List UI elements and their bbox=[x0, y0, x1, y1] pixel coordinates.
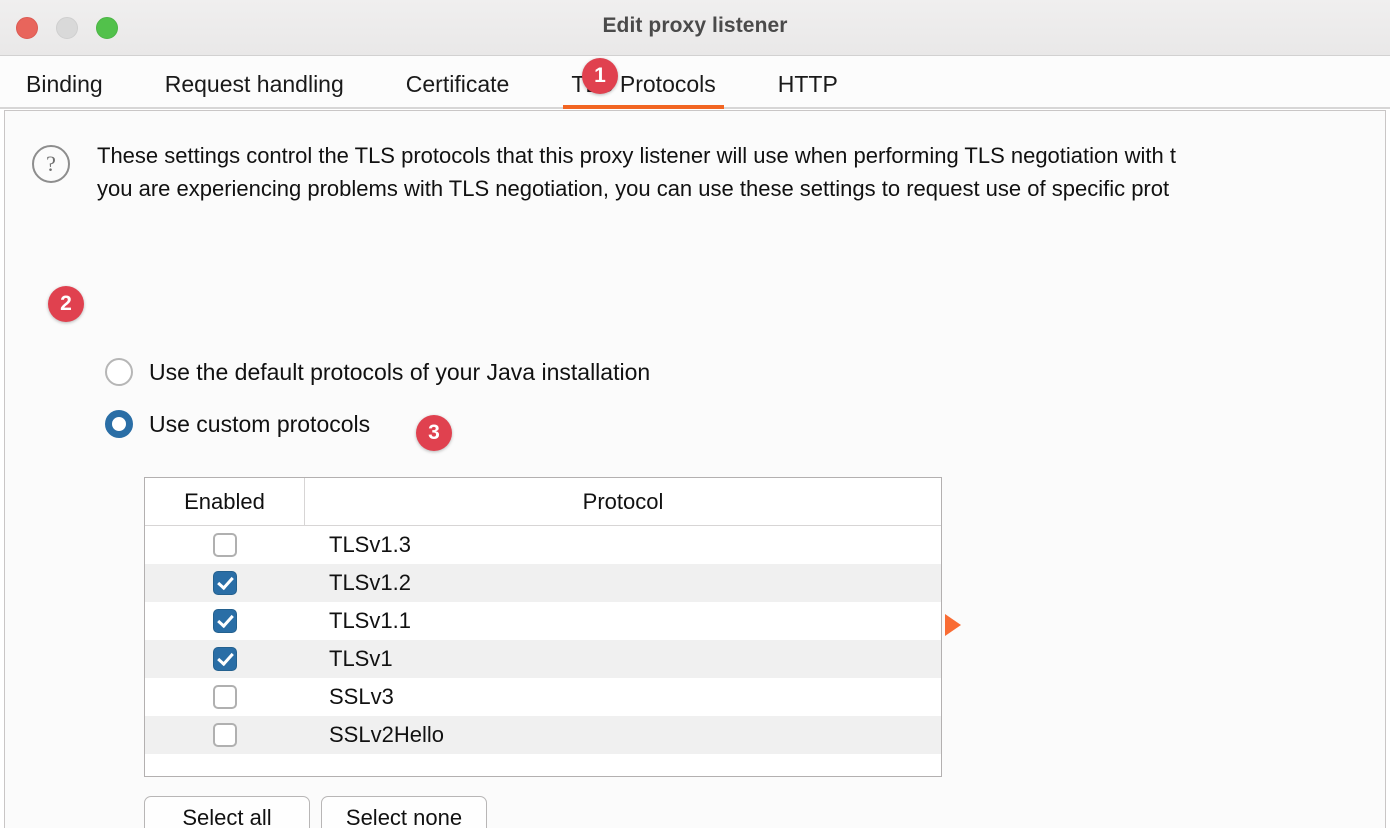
checkbox-checked-icon[interactable] bbox=[213, 647, 237, 671]
checkbox-unchecked-icon[interactable] bbox=[213, 533, 237, 557]
description-block: ? These settings control the TLS protoco… bbox=[32, 139, 1385, 206]
use-custom-protocols-radio[interactable]: Use custom protocols bbox=[105, 410, 370, 438]
select-none-button[interactable]: Select none bbox=[321, 796, 487, 828]
description-line-2: you are experiencing problems with TLS n… bbox=[97, 176, 1170, 202]
window-title: Edit proxy listener bbox=[602, 14, 788, 37]
enabled-cell[interactable] bbox=[145, 571, 305, 595]
protocol-name: TLSv1.2 bbox=[329, 570, 411, 595]
protocol-name: SSLv3 bbox=[329, 684, 394, 709]
radio-button-selected-icon[interactable] bbox=[105, 410, 133, 438]
table-empty-space bbox=[145, 754, 941, 776]
use-custom-protocols-label: Use custom protocols bbox=[149, 410, 371, 437]
checkbox-unchecked-icon[interactable] bbox=[213, 685, 237, 709]
table-row[interactable]: TLSv1 bbox=[145, 640, 941, 678]
column-header-protocol[interactable]: Protocol bbox=[305, 478, 941, 525]
cursor-arrow-icon bbox=[945, 614, 961, 636]
table-header-row: Enabled Protocol bbox=[145, 478, 941, 526]
protocol-name: TLSv1.1 bbox=[329, 608, 411, 633]
enabled-cell[interactable] bbox=[145, 647, 305, 671]
tab-certificate[interactable]: Certificate bbox=[406, 73, 510, 107]
protocol-name: SSLv2Hello bbox=[329, 722, 444, 747]
tab-request-handling[interactable]: Request handling bbox=[165, 73, 344, 107]
tls-protocols-panel: ? These settings control the TLS protoco… bbox=[4, 110, 1386, 828]
help-circle-icon: ? bbox=[32, 145, 70, 183]
annotation-badge-1: 1 bbox=[582, 58, 618, 94]
use-default-protocols-label: Use the default protocols of your Java i… bbox=[149, 358, 651, 385]
description-line-1: These settings control the TLS protocols… bbox=[97, 143, 1176, 168]
enabled-cell[interactable] bbox=[145, 685, 305, 709]
checkbox-checked-icon[interactable] bbox=[213, 609, 237, 633]
table-row[interactable]: TLSv1.2 bbox=[145, 564, 941, 602]
column-header-enabled[interactable]: Enabled bbox=[145, 478, 305, 525]
annotation-badge-2: 2 bbox=[48, 286, 84, 322]
use-default-protocols-radio[interactable]: Use the default protocols of your Java i… bbox=[105, 358, 650, 386]
description-text: These settings control the TLS protocols… bbox=[97, 139, 1176, 206]
select-all-button[interactable]: Select all bbox=[144, 796, 310, 828]
table-action-buttons: Select all Select none bbox=[144, 796, 487, 828]
table-row[interactable]: TLSv1.3 bbox=[145, 526, 941, 564]
checkbox-unchecked-icon[interactable] bbox=[213, 723, 237, 747]
table-row[interactable]: SSLv3 bbox=[145, 678, 941, 716]
tab-http[interactable]: HTTP bbox=[778, 73, 838, 107]
annotation-badge-3: 3 bbox=[416, 415, 452, 451]
protocols-table: Enabled Protocol TLSv1.3 TLSv1.2 TLSv1.1… bbox=[144, 477, 942, 777]
enabled-cell[interactable] bbox=[145, 533, 305, 557]
tab-binding[interactable]: Binding bbox=[26, 73, 103, 107]
table-row[interactable]: SSLv2Hello bbox=[145, 716, 941, 754]
enabled-cell[interactable] bbox=[145, 723, 305, 747]
radio-button-unselected-icon[interactable] bbox=[105, 358, 133, 386]
checkbox-checked-icon[interactable] bbox=[213, 571, 237, 595]
window-titlebar: Edit proxy listener bbox=[0, 0, 1390, 56]
tab-bar: Binding Request handling Certificate TLS… bbox=[0, 56, 1390, 109]
table-row[interactable]: TLSv1.1 bbox=[145, 602, 941, 640]
protocol-name: TLSv1.3 bbox=[329, 532, 411, 557]
edit-proxy-listener-window: Edit proxy listener Binding Request hand… bbox=[0, 0, 1390, 832]
protocol-name: TLSv1 bbox=[329, 646, 393, 671]
enabled-cell[interactable] bbox=[145, 609, 305, 633]
